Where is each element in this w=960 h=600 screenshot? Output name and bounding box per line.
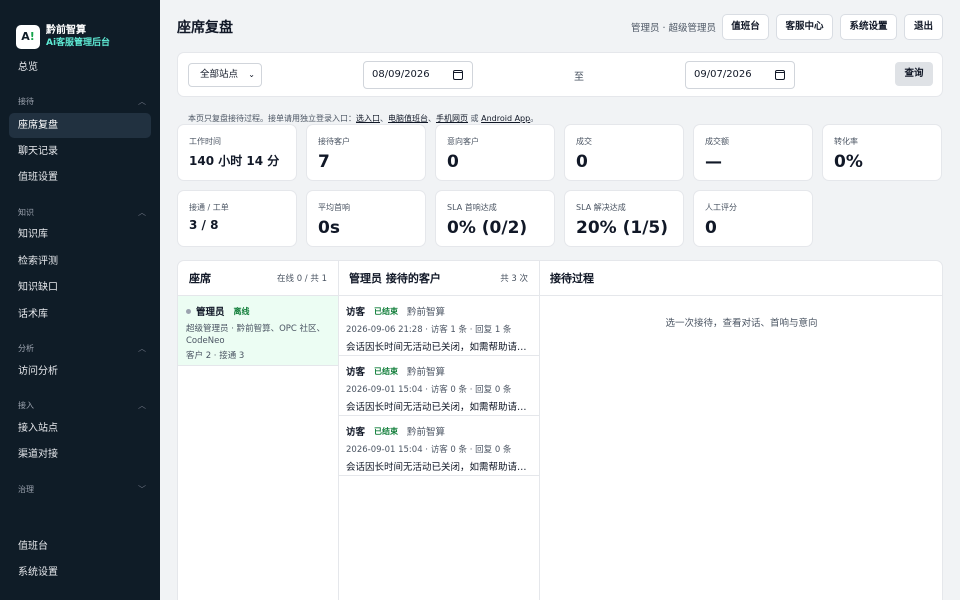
site-select[interactable]: 全部站点 ⌄ bbox=[188, 63, 262, 87]
agent-description: 超级管理员 · 黔前智算、OPC 社区、CodeNeo bbox=[186, 324, 326, 346]
process-panel-title: 接待过程 bbox=[550, 272, 594, 285]
agent-stats: 客户 2 · 接通 3 bbox=[186, 351, 245, 361]
stat-conversion-rate: 转化率 0% bbox=[822, 124, 942, 181]
stat-deal-amount: 成交额 — bbox=[693, 124, 813, 181]
conversation-item[interactable]: 访客 已结束 黔前智算 2026-09-01 15:04 · 访客 0 条 · … bbox=[338, 356, 539, 416]
sidebar-item-chat-records[interactable]: 聊天记录 bbox=[9, 139, 151, 164]
sidebar-item-scripts[interactable]: 话术库 bbox=[9, 302, 151, 327]
stat-sla-first-response: SLA 首响达成 0% (0/2) bbox=[435, 190, 555, 247]
sidebar-item-channels[interactable]: 渠道对接 bbox=[9, 442, 151, 467]
sidebar-section-knowledge[interactable]: 知识 ︿ bbox=[18, 207, 146, 218]
sidebar-item-system-settings[interactable]: 系统设置 bbox=[9, 560, 151, 585]
date-range-separator: 至 bbox=[574, 72, 584, 83]
stat-manual-rating: 人工评分 0 bbox=[693, 190, 813, 247]
sidebar-section-analytics[interactable]: 分析 ︿ bbox=[18, 343, 146, 354]
brand: A! 黔前智算 Ai客服管理后台 bbox=[0, 0, 160, 56]
sidebar-item-visit-analytics[interactable]: 访问分析 bbox=[9, 359, 151, 384]
duty-desk-button[interactable]: 值班台 bbox=[722, 14, 769, 40]
page-title: 座席复盘 bbox=[177, 20, 233, 36]
stat-deals: 成交 0 bbox=[564, 124, 684, 181]
sidebar-item-knowledge-base[interactable]: 知识库 bbox=[9, 222, 151, 247]
sidebar-item-agent-review[interactable]: 座席复盘 bbox=[9, 113, 151, 138]
link-android-app[interactable]: Android App bbox=[481, 114, 530, 123]
chevron-down-icon: ﹀ bbox=[138, 485, 146, 494]
link-entry[interactable]: 选入口 bbox=[356, 114, 380, 123]
stat-customers: 接待客户 7 bbox=[306, 124, 426, 181]
sidebar-item-duty-desk[interactable]: 值班台 bbox=[9, 534, 151, 559]
brand-name: 黔前智算 bbox=[46, 24, 86, 36]
brand-subtitle: Ai客服管理后台 bbox=[46, 37, 111, 48]
status-badge: 已结束 bbox=[374, 306, 399, 316]
status-badge: 已结束 bbox=[374, 366, 399, 376]
notice-text: 本页只复盘接待过程。接单请用独立登录入口：选入口、电脑值班台、手机网页 或 An… bbox=[188, 114, 539, 123]
filter-bar: 全部站点 ⌄ 08/09/2026 至 09/07/2026 查询 bbox=[177, 52, 943, 97]
sidebar-item-overview[interactable]: 总览 bbox=[9, 55, 151, 80]
conversation-item[interactable]: 访客 已结束 黔前智算 2026-09-06 21:28 · 访客 1 条 · … bbox=[338, 296, 539, 356]
logout-button[interactable]: 退出 bbox=[904, 14, 943, 40]
calendar-icon[interactable] bbox=[775, 70, 785, 80]
agents-panel: 座席 在线 0 / 共 1 管理员 离线 超级管理员 · 黔前智算、OPC 社区… bbox=[178, 261, 339, 600]
conversation-item[interactable]: 访客 已结束 黔前智算 2026-09-01 15:04 · 访客 0 条 · … bbox=[338, 416, 539, 476]
date-from-input[interactable]: 08/09/2026 bbox=[363, 61, 473, 89]
link-desktop-desk[interactable]: 电脑值班台 bbox=[388, 114, 428, 123]
review-panels: 座席 在线 0 / 共 1 管理员 离线 超级管理员 · 黔前智算、OPC 社区… bbox=[177, 260, 943, 600]
sidebar-item-duty-settings[interactable]: 值班设置 bbox=[9, 165, 151, 190]
calendar-icon[interactable] bbox=[453, 70, 463, 80]
user-role: 管理员 · 超级管理员 bbox=[631, 23, 717, 34]
agent-name: 管理员 bbox=[196, 307, 225, 318]
sidebar-item-sites[interactable]: 接入站点 bbox=[9, 416, 151, 441]
sidebar: A! 黔前智算 Ai客服管理后台 总览 接待 ︿ 座席复盘 聊天记录 值班设置 知… bbox=[0, 0, 160, 600]
sidebar-section-access[interactable]: 接入 ︿ bbox=[18, 400, 146, 411]
conversations-panel: 管理员 接待的客户 共 3 次 访客 已结束 黔前智算 2026-09-06 2… bbox=[338, 261, 540, 600]
conversations-panel-count: 共 3 次 bbox=[500, 274, 528, 284]
status-badge: 已结束 bbox=[374, 426, 399, 436]
sidebar-item-retrieval-eval[interactable]: 检索评测 bbox=[9, 249, 151, 274]
sidebar-section-governance[interactable]: 治理 ﹀ bbox=[18, 484, 146, 495]
query-button[interactable]: 查询 bbox=[895, 62, 933, 86]
link-mobile-web[interactable]: 手机网页 bbox=[436, 114, 468, 123]
chevron-up-icon: ︿ bbox=[138, 401, 146, 410]
chevron-up-icon: ︿ bbox=[138, 97, 146, 106]
agent-row[interactable]: 管理员 离线 超级管理员 · 黔前智算、OPC 社区、CodeNeo 客户 2 … bbox=[178, 296, 338, 366]
empty-hint: 选一次接待，查看对话、首响与意向 bbox=[665, 318, 818, 329]
agents-panel-count: 在线 0 / 共 1 bbox=[277, 274, 327, 284]
status-badge: 离线 bbox=[233, 306, 250, 316]
stat-intent-customers: 意向客户 0 bbox=[435, 124, 555, 181]
chevron-up-icon: ︿ bbox=[138, 344, 146, 353]
system-settings-button[interactable]: 系统设置 bbox=[840, 14, 897, 40]
brand-logo: A! bbox=[16, 24, 40, 49]
service-center-button[interactable]: 客服中心 bbox=[776, 14, 833, 40]
conversations-panel-title: 管理员 接待的客户 bbox=[349, 272, 441, 285]
stat-sla-resolution: SLA 解决达成 20% (1/5) bbox=[564, 190, 684, 247]
stat-work-time: 工作时间 140 小时 14 分 bbox=[177, 124, 297, 181]
chevron-up-icon: ︿ bbox=[138, 208, 146, 217]
process-panel: 接待过程 选一次接待，查看对话、首响与意向 bbox=[539, 261, 942, 600]
sidebar-section-reception[interactable]: 接待 ︿ bbox=[18, 96, 146, 107]
stat-avg-first-response: 平均首响 0s bbox=[306, 190, 426, 247]
status-dot bbox=[186, 308, 191, 314]
sidebar-item-knowledge-gaps[interactable]: 知识缺口 bbox=[9, 275, 151, 300]
stat-connected-tickets: 接通 / 工单 3 / 8 bbox=[177, 190, 297, 247]
chevron-down-icon: ⌄ bbox=[248, 70, 255, 79]
date-to-input[interactable]: 09/07/2026 bbox=[685, 61, 795, 89]
agents-panel-title: 座席 bbox=[189, 272, 211, 285]
